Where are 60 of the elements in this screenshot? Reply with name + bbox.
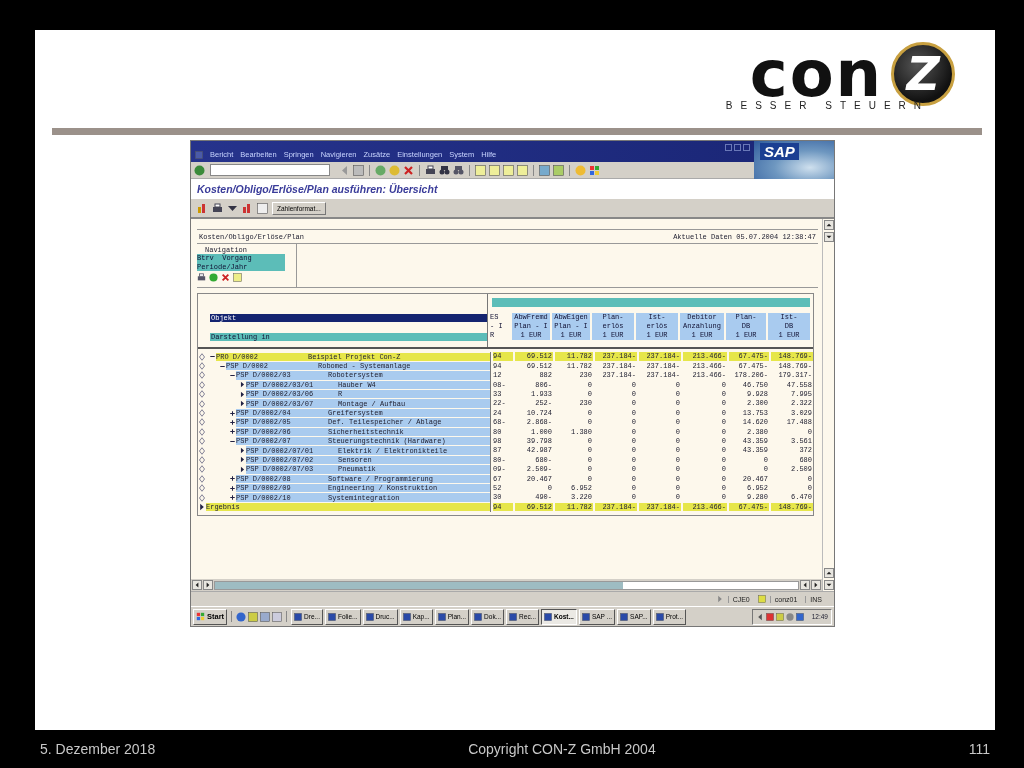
node-icon[interactable] [198,380,206,389]
node-icon[interactable] [198,427,206,436]
page-icon[interactable] [257,202,268,214]
expand-icon[interactable] [229,484,236,492]
page-icon[interactable] [475,164,486,176]
app-icon[interactable] [260,611,271,622]
expand-icon[interactable] [229,428,236,436]
status-icon[interactable] [757,595,766,603]
app-icon[interactable] [272,611,283,622]
node-icon[interactable] [198,474,206,483]
node-icon[interactable] [198,437,206,446]
triangle-icon[interactable] [715,595,724,603]
logo-tagline: BESSER STEUERN [725,100,929,111]
expand-icon[interactable] [229,418,236,426]
cancel-icon[interactable] [221,273,230,282]
command-field[interactable] [210,164,330,176]
app-icon[interactable] [248,611,259,622]
minimize-icon[interactable] [725,144,732,151]
binoculars-icon[interactable] [453,164,464,176]
node-icon[interactable] [198,465,206,474]
node-icon[interactable] [198,446,206,455]
chart-icon[interactable] [197,202,208,214]
table-icon[interactable] [233,273,242,282]
node-icon[interactable] [198,493,206,502]
binoculars-icon[interactable] [439,164,450,176]
check-icon[interactable] [194,164,205,176]
round-dot-icon[interactable] [389,164,400,176]
expand-icon[interactable] [229,494,236,502]
save-icon[interactable] [353,164,364,176]
node-icon[interactable] [198,484,206,493]
sap-logo: SAP [760,143,799,160]
node-icon[interactable] [198,399,206,408]
copyright-text: Copyright CON-Z GmbH 2004 [468,741,656,757]
printer-icon[interactable] [425,164,436,176]
horizontal-scrollbar[interactable] [191,579,822,591]
node-icon[interactable] [198,352,206,361]
slide-date: 5. Dezember 2018 [40,741,156,757]
page-icon[interactable] [489,164,500,176]
close-icon[interactable] [743,144,750,151]
page-number: 111 [968,741,990,757]
logo-wordmark: con [749,48,884,100]
node-icon[interactable] [198,390,206,399]
node-icon[interactable] [198,362,206,371]
back-arrow-icon[interactable] [339,164,350,176]
expand-icon[interactable] [229,409,236,417]
printer-icon[interactable] [197,273,206,282]
page-icon[interactable] [503,164,514,176]
page-icon[interactable] [517,164,528,176]
maximize-icon[interactable] [734,144,741,151]
node-icon[interactable] [198,371,206,380]
vertical-scrollbar[interactable] [822,219,834,591]
printer-icon[interactable] [212,202,223,214]
screen-title: Kosten/Obligo/Erlöse/Plan ausführen: Übersicht [197,183,438,195]
cancel-icon[interactable] [403,164,414,176]
expand-icon[interactable] [229,475,236,483]
windows-flag-icon [196,612,205,621]
node-icon[interactable] [198,409,206,418]
scroll-thumb[interactable] [215,581,624,589]
node-icon[interactable] [198,456,206,464]
node-icon[interactable] [198,418,206,427]
